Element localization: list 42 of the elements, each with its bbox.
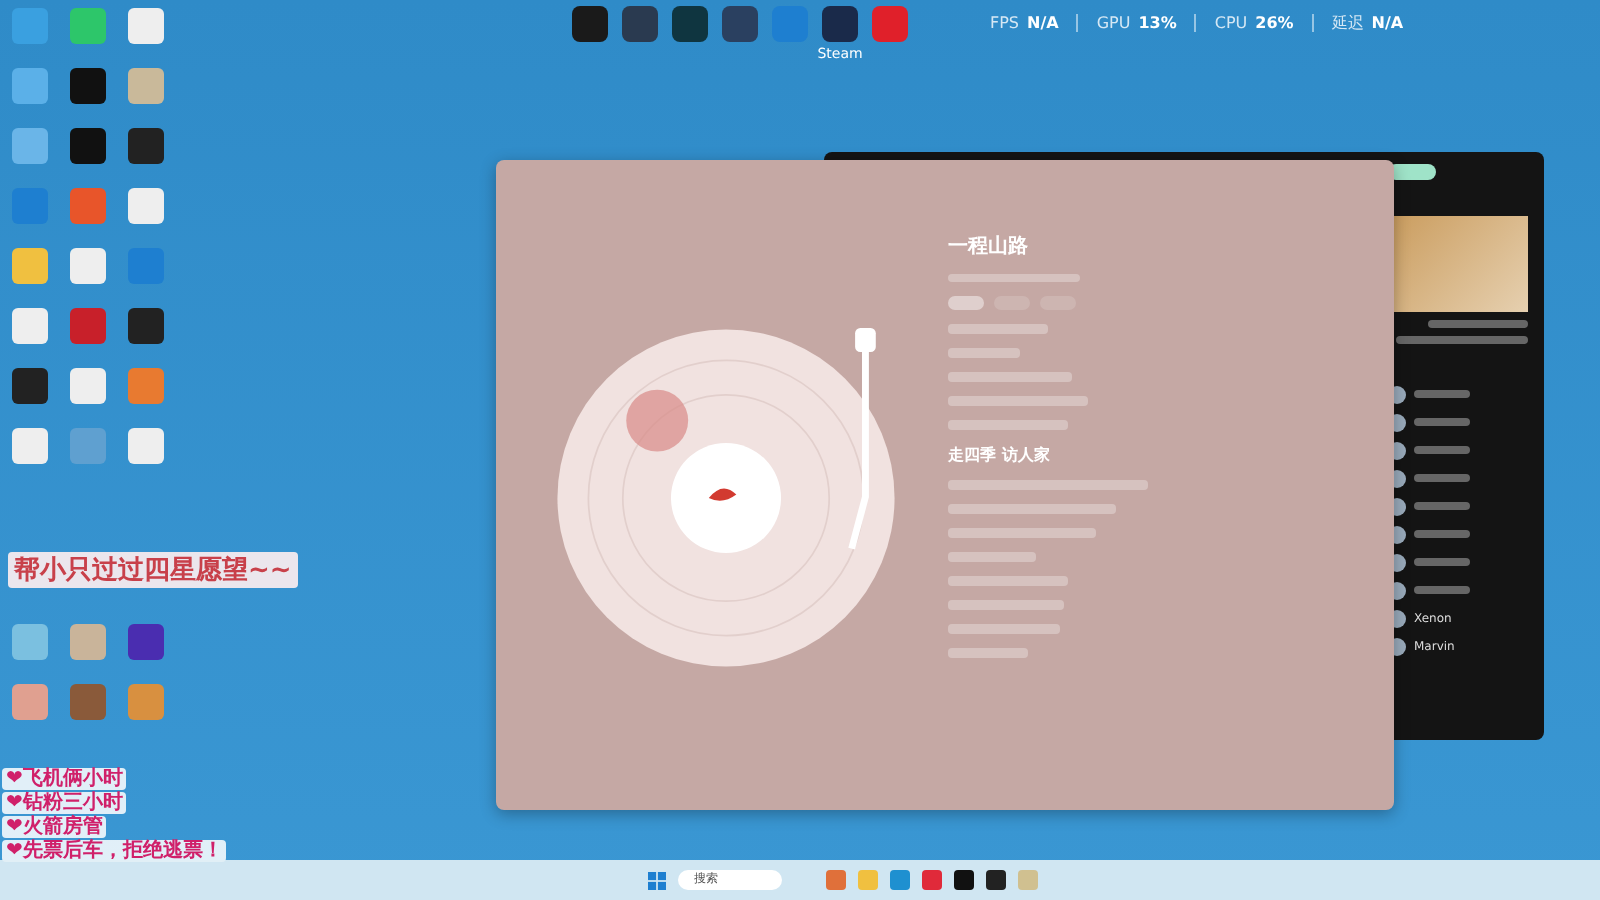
- stat-value: N/A: [1371, 14, 1404, 32]
- blurred-text: [1428, 320, 1528, 328]
- stat-label: GPU: [1096, 14, 1131, 32]
- app-icon[interactable]: [822, 6, 858, 42]
- stat-label: FPS: [990, 14, 1020, 32]
- tab[interactable]: [948, 296, 984, 310]
- stat-value: N/A: [1027, 14, 1059, 32]
- blurred-text: [1414, 586, 1470, 594]
- blurred-text: [1414, 530, 1470, 538]
- blurred-text: [948, 552, 1036, 562]
- blurred-text: [1414, 558, 1470, 566]
- blurred-text: [1414, 474, 1470, 482]
- overlay-caption: 帮小只过过四星愿望~~: [8, 552, 298, 588]
- stat-label: CPU: [1214, 14, 1248, 32]
- blurred-text: [948, 420, 1068, 430]
- blurred-text: [948, 648, 1028, 658]
- overlay-note: ❤先票后车，拒绝逃票！: [2, 840, 227, 862]
- stat-value: 26%: [1255, 14, 1294, 32]
- start-icon[interactable]: [648, 871, 666, 889]
- blurred-text: [948, 600, 1064, 610]
- blurred-text: [1396, 336, 1528, 344]
- blurred-text: [948, 324, 1048, 334]
- folder-icon[interactable]: [858, 870, 878, 890]
- blurred-text: [1414, 390, 1470, 398]
- app-icon[interactable]: [572, 6, 608, 42]
- blurred-text: [948, 372, 1072, 382]
- blurred-text: [948, 624, 1060, 634]
- app-icon[interactable]: [622, 6, 658, 42]
- blurred-text: [948, 576, 1068, 586]
- blurred-text: [1414, 446, 1470, 454]
- blurred-text: [1414, 502, 1470, 510]
- app-icon[interactable]: [672, 6, 708, 42]
- stat-value: 13%: [1138, 14, 1177, 32]
- overlay-note: ❤火箭房管: [2, 816, 107, 838]
- song-title: 一程山路: [948, 233, 1030, 260]
- blurred-text: [1414, 418, 1470, 426]
- overlay-note: ❤钻粉三小时: [2, 792, 127, 814]
- lyric-line: 走四季 访人家: [948, 444, 1052, 466]
- stat-label: 延迟: [1331, 12, 1364, 34]
- blurred-text: [948, 348, 1020, 358]
- overlay-note: ❤飞机俩小时: [2, 768, 127, 790]
- blurred-text: [948, 396, 1088, 406]
